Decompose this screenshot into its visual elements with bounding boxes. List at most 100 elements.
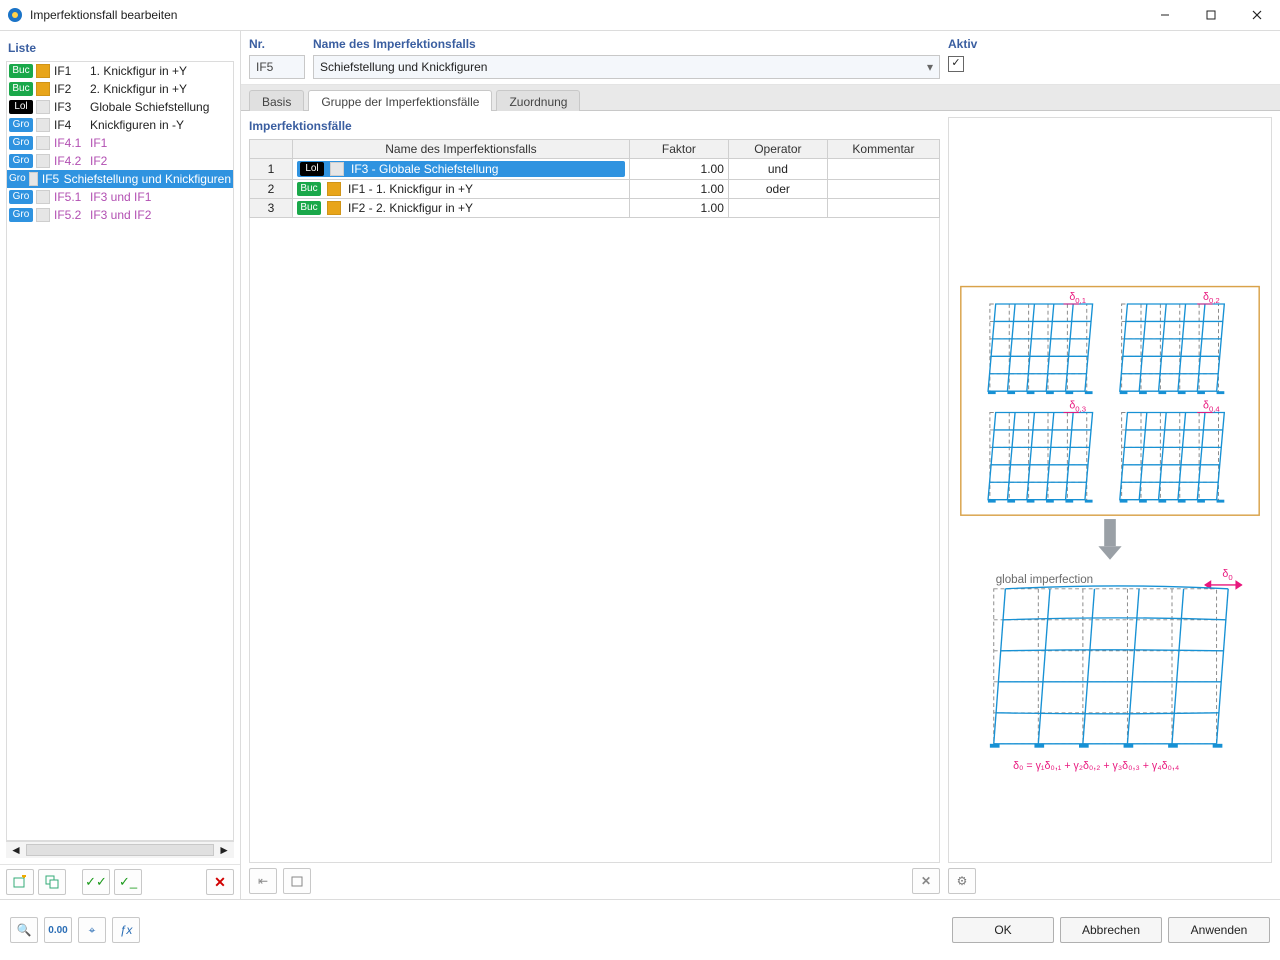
name-label: Name des Imperfektionsfalls xyxy=(313,37,940,51)
tab-basis[interactable]: Basis xyxy=(249,90,304,111)
formula-button[interactable]: ƒx xyxy=(112,917,140,943)
footer: 🔍 0.00 ⌖ ƒx OK Abbrechen Anwenden xyxy=(0,899,1280,960)
new-row-button[interactable] xyxy=(283,868,311,894)
clear-table-button[interactable]: ✕ xyxy=(912,868,940,894)
sidebar-toolbar: ✓✓ ✓_ ✕ xyxy=(0,864,240,899)
item-id: IF3 xyxy=(54,100,90,114)
svg-text:δ₀ = γ₁δ₀,₁ + γ₂δ₀,₂ + γ₃δ₀,₃: δ₀ = γ₁δ₀,₁ + γ₂δ₀,₂ + γ₃δ₀,₃ + γ₄δ₀,₄ xyxy=(1013,760,1179,772)
cancel-button[interactable]: Abbrechen xyxy=(1060,917,1162,943)
import-button[interactable]: ⇤ xyxy=(249,868,277,894)
color-swatch xyxy=(36,82,50,96)
sidebar-item-IF3[interactable]: LolIF3Globale Schiefstellung xyxy=(7,98,233,116)
item-id: IF5 xyxy=(42,172,64,186)
sidebar-item-IF5.2[interactable]: GroIF5.2IF3 und IF2 xyxy=(7,206,233,224)
col-factor: Faktor xyxy=(629,140,728,159)
item-name: IF3 und IF1 xyxy=(90,190,151,204)
color-swatch xyxy=(36,190,50,204)
col-comment: Kommentar xyxy=(827,140,939,159)
uncheck-all-button[interactable]: ✓_ xyxy=(114,869,142,895)
sidebar-item-IF2[interactable]: BucIF22. Knickfigur in +Y xyxy=(7,80,233,98)
svg-text:global imperfection: global imperfection xyxy=(996,573,1093,586)
header-fields: Nr. IF5 Name des Imperfektionsfalls Schi… xyxy=(241,31,1280,85)
new-item-button[interactable] xyxy=(6,869,34,895)
item-name: Globale Schiefstellung xyxy=(90,100,209,114)
active-label: Aktiv xyxy=(948,37,1272,51)
scroll-left-icon[interactable]: ◄ xyxy=(10,843,22,857)
cases-heading: Imperfektionsfälle xyxy=(249,117,940,139)
type-tag: Gro xyxy=(9,154,33,168)
item-name: Schiefstellung und Knickfiguren xyxy=(64,172,231,186)
type-tag: Gro xyxy=(9,118,33,132)
svg-text:δ0: δ0 xyxy=(1222,568,1232,582)
titlebar: Imperfektionsfall bearbeiten xyxy=(0,0,1280,31)
item-name: Knickfiguren in -Y xyxy=(90,118,184,132)
table-row[interactable]: 2BucIF1 - 1. Knickfigur in +Y1.00oder xyxy=(250,180,940,199)
sidebar-item-IF5[interactable]: Gro IF5Schiefstellung und Knickfiguren xyxy=(7,170,233,188)
ok-button[interactable]: OK xyxy=(952,917,1054,943)
delete-item-button[interactable]: ✕ xyxy=(206,869,234,895)
target-icon: ⌖ xyxy=(89,923,96,938)
diagram-panel: δ0,1 δ0,2 δ0,3 δ0,4 xyxy=(948,117,1272,863)
units-button[interactable]: 0.00 xyxy=(44,917,72,943)
svg-text:δ0,3: δ0,3 xyxy=(1069,400,1086,414)
diagram-settings-button[interactable]: ⚙ xyxy=(948,868,976,894)
nr-label: Nr. xyxy=(249,37,305,51)
table-row[interactable]: 1LolIF3 - Globale Schiefstellung1.00und xyxy=(250,159,940,180)
window-title: Imperfektionsfall bearbeiten xyxy=(30,8,1142,22)
apply-button[interactable]: Anwenden xyxy=(1168,917,1270,943)
help-button[interactable]: 🔍 xyxy=(10,917,38,943)
table-row[interactable]: 3BucIF2 - 2. Knickfigur in +Y1.00 xyxy=(250,199,940,218)
name-select[interactable]: Schiefstellung und Knickfiguren ▾ xyxy=(313,55,940,79)
sidebar-item-IF4.2[interactable]: Gro IF4.2IF2 xyxy=(7,152,233,170)
tab-row: Basis Gruppe der Imperfektionsfälle Zuor… xyxy=(241,85,1280,111)
color-swatch xyxy=(36,100,50,114)
color-swatch xyxy=(36,118,50,132)
nr-field[interactable]: IF5 xyxy=(249,55,305,79)
item-name: 1. Knickfigur in +Y xyxy=(90,64,187,78)
item-id: IF4.1 xyxy=(54,136,90,150)
item-name: IF2 xyxy=(90,154,107,168)
cases-empty-area xyxy=(249,218,940,863)
svg-text:δ0,1: δ0,1 xyxy=(1069,291,1086,305)
type-tag: Gro xyxy=(9,190,33,204)
delete-icon: ✕ xyxy=(214,874,226,891)
tab-group[interactable]: Gruppe der Imperfektionsfälle xyxy=(308,90,492,111)
type-tag: Gro xyxy=(9,208,33,222)
item-id: IF4 xyxy=(54,118,90,132)
copy-item-button[interactable] xyxy=(38,869,66,895)
maximize-button[interactable] xyxy=(1188,0,1234,30)
minimize-button[interactable] xyxy=(1142,0,1188,30)
sidebar: Liste BucIF11. Knickfigur in +YBucIF22. … xyxy=(0,31,241,899)
magnifier-icon: 🔍 xyxy=(17,923,32,937)
type-tag: Gro xyxy=(9,136,33,150)
color-swatch xyxy=(29,172,38,186)
sidebar-item-IF4.1[interactable]: Gro IF4.1IF1 xyxy=(7,134,233,152)
check-all-button[interactable]: ✓✓ xyxy=(82,869,110,895)
color-swatch xyxy=(36,154,50,168)
scroll-right-icon[interactable]: ► xyxy=(218,843,230,857)
close-button[interactable] xyxy=(1234,0,1280,30)
col-name: Name des Imperfektionsfalls xyxy=(293,140,630,159)
cases-toolbar: ⇤ ✕ xyxy=(249,863,940,899)
item-id: IF2 xyxy=(54,82,90,96)
active-checkbox[interactable] xyxy=(948,56,964,72)
scroll-track[interactable] xyxy=(26,844,214,856)
pick-button[interactable]: ⌖ xyxy=(78,917,106,943)
tab-assign[interactable]: Zuordnung xyxy=(496,90,580,111)
color-swatch xyxy=(36,136,50,150)
item-id: IF4.2 xyxy=(54,154,90,168)
col-operator: Operator xyxy=(728,140,827,159)
sidebar-item-IF1[interactable]: Buc IF11. Knickfigur in +Y xyxy=(7,62,233,80)
type-tag: Gro xyxy=(9,172,26,186)
sidebar-item-IF5.1[interactable]: GroIF5.1IF3 und IF1 xyxy=(7,188,233,206)
item-id: IF5.2 xyxy=(54,208,90,222)
item-id: IF1 xyxy=(54,64,90,78)
sidebar-item-IF4[interactable]: Gro IF4Knickfiguren in -Y xyxy=(7,116,233,134)
svg-text:δ0,4: δ0,4 xyxy=(1203,400,1220,414)
sidebar-horizontal-scrollbar[interactable]: ◄ ► xyxy=(6,841,234,858)
item-name: IF1 xyxy=(90,136,107,150)
sidebar-list[interactable]: BucIF11. Knickfigur in +YBucIF22. Knickf… xyxy=(6,61,234,841)
sidebar-heading: Liste xyxy=(6,37,234,61)
type-tag: Buc xyxy=(9,64,33,78)
cases-table[interactable]: Name des Imperfektionsfalls Faktor Opera… xyxy=(249,139,940,218)
